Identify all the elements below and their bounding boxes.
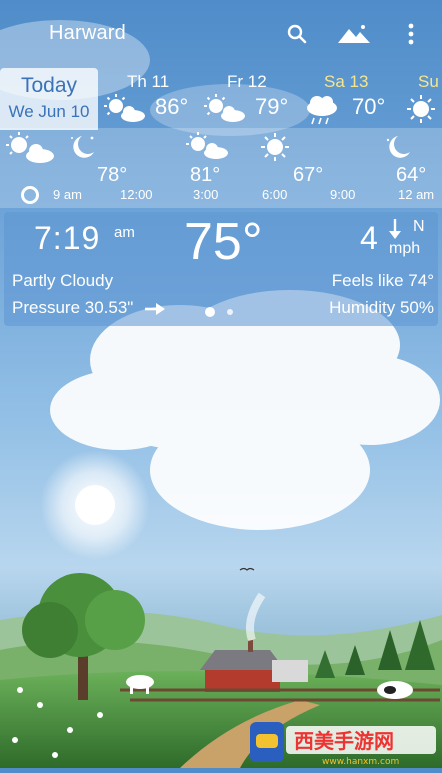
svg-text:www.hanxm.com: www.hanxm.com [322, 757, 399, 766]
overflow-menu-icon[interactable] [398, 20, 424, 48]
condition-text: Partly Cloudy [12, 271, 114, 290]
current-temperature: 75° [184, 213, 263, 271]
hour-temp: 64° [396, 164, 427, 186]
city-name[interactable]: Harward [49, 22, 126, 45]
sun-cloud-icon [103, 94, 149, 129]
current-time: 7:19 [34, 220, 101, 256]
hour-time: 3:00 [193, 187, 219, 202]
page-indicator-dot-active[interactable] [205, 307, 215, 317]
wind-speed: 4 [360, 220, 378, 256]
moon-icon [64, 132, 98, 169]
current-time-marker-icon [20, 185, 40, 210]
day-name: Fr 12 [227, 72, 267, 91]
day-name: Th 11 [127, 72, 170, 91]
today-date: We Jun 10 [8, 102, 90, 121]
feels-like-text: Feels like 74° [331, 271, 434, 290]
sun-cloud-icon [203, 94, 249, 129]
sun-cloud-icon [186, 132, 230, 167]
hour-time: 9 am [53, 187, 82, 202]
wind-direction: N [413, 218, 425, 235]
search-icon[interactable] [284, 20, 310, 48]
current-ampm: am [114, 224, 135, 241]
day-temp: 79° [255, 94, 289, 119]
hour-temp: 67° [293, 164, 324, 186]
pressure-trend-arrow-icon [144, 302, 166, 321]
humidity-text: Humidity 50% [329, 298, 434, 317]
hour-time: 12 am [398, 187, 435, 202]
day-temp: 86° [155, 94, 189, 119]
today-label: Today [20, 74, 78, 97]
hour-time: 6:00 [262, 187, 288, 202]
hour-time: 9:00 [330, 187, 356, 202]
page-indicator-dot[interactable] [227, 309, 233, 315]
day-name: Sa 13 [324, 72, 369, 91]
day-name: Su [418, 72, 439, 91]
sun-icon [406, 94, 436, 129]
sun-icon [260, 132, 290, 167]
hour-time: 12:00 [120, 187, 153, 202]
hour-temp: 78° [97, 164, 128, 186]
svg-text:西美手游网: 西美手游网 [294, 729, 394, 753]
rain-cloud-icon [300, 94, 346, 131]
watermark-logo: 西美手游网 www.hanxm.com [250, 718, 440, 767]
hour-temp: 81° [190, 164, 221, 186]
pressure-text: Pressure 30.53" [12, 298, 134, 317]
landscape-icon[interactable] [338, 20, 370, 48]
day-temp: 70° [352, 94, 386, 119]
wind-unit: mph [389, 240, 421, 257]
sun-cloud-icon [6, 132, 56, 171]
